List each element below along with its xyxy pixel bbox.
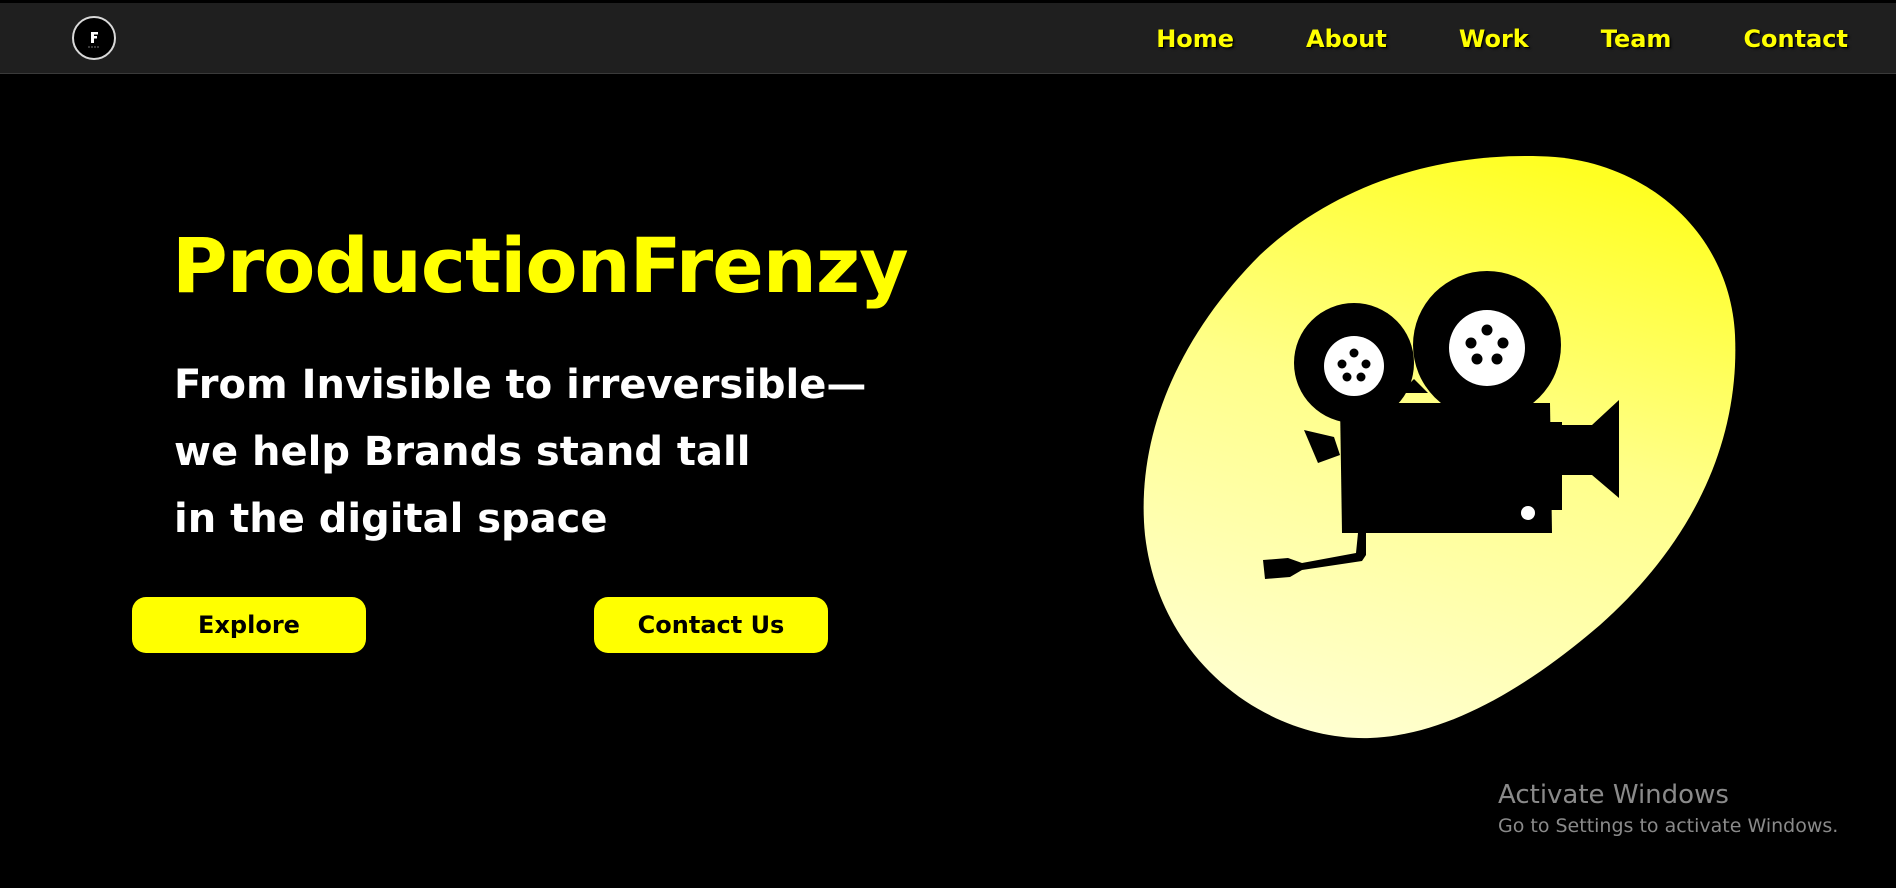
nav-about[interactable]: About [1306,25,1387,53]
nav-links: Home About Work Team Contact [1156,3,1848,74]
nav-team[interactable]: Team [1601,25,1672,53]
tagline-line-1: From Invisible to irreversible— [174,362,867,408]
brand-title: ProductionFrenzy [172,221,909,310]
navbar: Home About Work Team Contact [0,3,1896,74]
logo-icon [88,32,99,48]
explore-button[interactable]: Explore [132,597,366,653]
windows-activation-watermark: Activate Windows Go to Settings to activ… [1498,778,1838,840]
contact-us-button[interactable]: Contact Us [594,597,828,653]
nav-work[interactable]: Work [1459,25,1529,53]
movie-camera-icon [1143,156,1736,739]
hero-tagline: From Invisible to irreversible— we help … [174,352,874,553]
watermark-title: Activate Windows [1498,780,1729,810]
page: Home About Work Team Contact ProductionF… [0,0,1896,888]
tagline-line-3: in the digital space [174,496,608,542]
watermark-subtitle: Go to Settings to activate Windows. [1498,815,1839,837]
logo[interactable] [72,16,116,60]
nav-contact[interactable]: Contact [1743,25,1848,53]
tagline-line-2: we help Brands stand tall [174,429,751,475]
hero-illustration [1130,145,1750,745]
nav-home[interactable]: Home [1156,25,1234,53]
